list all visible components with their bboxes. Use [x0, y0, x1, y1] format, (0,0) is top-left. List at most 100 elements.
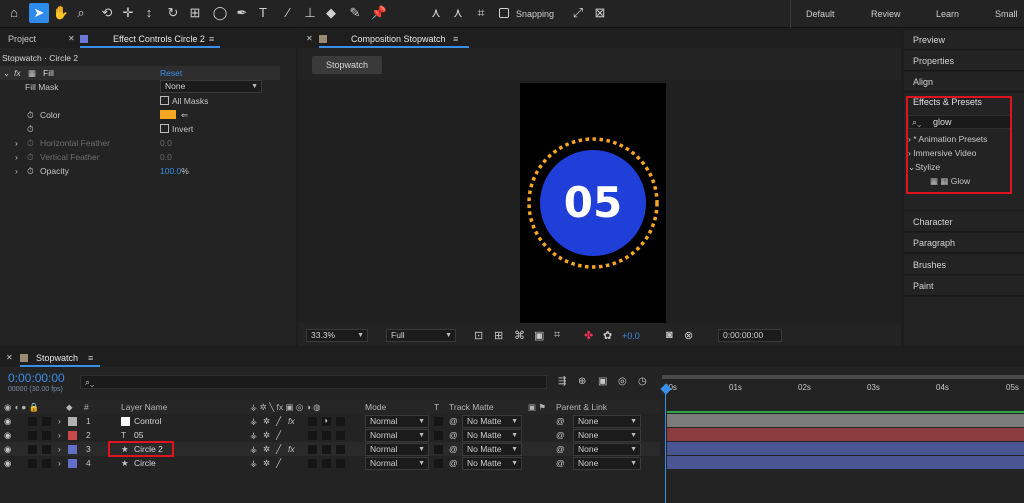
color-swatch[interactable] — [160, 110, 176, 119]
chevron-right-icon[interactable]: › — [58, 414, 61, 428]
axis-local-icon[interactable]: ⋏ — [426, 3, 446, 23]
parent-dropdown[interactable]: None ▼ — [573, 415, 641, 428]
stopwatch-icon[interactable]: ⏱ — [27, 136, 34, 150]
shy-switch-icon[interactable]: ⚶ — [250, 442, 257, 456]
stopwatch-comp-button[interactable]: Stopwatch — [312, 56, 382, 74]
chevron-right-icon[interactable]: › — [58, 428, 61, 442]
parent-pickwhip-icon[interactable]: @ — [556, 442, 565, 456]
horizontal-feather-value[interactable]: 0.0 — [160, 136, 172, 150]
layer-name[interactable]: Circle — [134, 456, 156, 470]
current-time-field[interactable]: 0:00:00:00 — [718, 329, 782, 342]
chevron-right-icon[interactable]: › — [15, 150, 18, 164]
matte-link-icon[interactable]: @ — [449, 414, 458, 428]
table-row[interactable]: ◉ › 2 T 05 ⚶ ✲ ╱ Normal ▼ @ No Matte ▼ @ N… — [0, 428, 660, 442]
home-icon[interactable]: ⌂ — [4, 3, 24, 23]
fx-icon[interactable]: fx — [14, 66, 21, 80]
quality-switch-icon[interactable]: ✲ — [263, 428, 270, 442]
fill-effect-expand-icon[interactable]: ⌄ — [3, 66, 10, 80]
fast-previews-icon[interactable]: ⊡ — [474, 329, 483, 342]
eye-icon[interactable]: ◉ — [4, 414, 11, 428]
preview-panel[interactable]: Preview — [904, 30, 1024, 50]
layer-duration-bar[interactable] — [667, 442, 1024, 455]
close-tab-icon[interactable]: ✕ — [6, 349, 13, 367]
axis-world-icon[interactable]: ⋏ — [448, 3, 468, 23]
label-color-swatch[interactable] — [68, 445, 77, 454]
adjustment-layer-icon[interactable]: ◑ — [323, 414, 328, 428]
clone-stamp-tool-icon[interactable]: ⊥ — [300, 3, 320, 23]
reset-link[interactable]: Reset — [160, 66, 182, 80]
parent-dropdown[interactable]: None ▼ — [573, 429, 641, 442]
text-tool-icon[interactable]: T — [253, 3, 273, 23]
pen-tool-icon[interactable]: ✒ — [232, 3, 252, 23]
chevron-right-icon[interactable]: › — [58, 456, 61, 470]
parent-pickwhip-icon[interactable]: @ — [556, 456, 565, 470]
quality-slash-icon[interactable]: ╱ — [276, 414, 281, 428]
layer-name[interactable]: 05 — [134, 428, 143, 442]
paint-panel[interactable]: Paint — [904, 276, 1024, 296]
layer-duration-bar[interactable] — [667, 428, 1024, 441]
hand-tool-icon[interactable]: ✋ — [51, 3, 71, 23]
table-row[interactable]: ◉ › 1 Control ⚶ ✲ ╱ fx ◑ Normal ▼ @ No Ma… — [0, 414, 660, 428]
show-snapshot-icon[interactable]: ⊗ — [684, 329, 693, 342]
layer-duration-bar[interactable] — [667, 456, 1024, 469]
puppet-pin-tool-icon[interactable]: 📌 — [369, 3, 389, 23]
quality-switch-icon[interactable]: ✲ — [263, 456, 270, 470]
chevron-right-icon[interactable]: › — [15, 136, 18, 150]
grid-guides-icon[interactable]: ⌗ — [554, 329, 560, 342]
track-matte-dropdown[interactable]: No Matte ▼ — [462, 443, 522, 456]
composition-canvas[interactable]: 05 — [520, 83, 666, 323]
workspace-learn[interactable]: Learn — [936, 0, 959, 28]
time-ruler[interactable]: 00s 01s 02s 03s 04s 05s — [662, 381, 1024, 397]
pan-tool-icon[interactable]: ✛ — [118, 3, 138, 23]
tab-project[interactable]: Project — [8, 30, 36, 48]
layer-search-input[interactable]: ⌕⌄ — [80, 375, 547, 389]
resolution-dropdown[interactable]: Full ▼ — [386, 329, 456, 342]
snap-edges-icon[interactable]: ⤢ — [568, 3, 588, 23]
layer-name[interactable]: Control — [134, 414, 161, 428]
axis-view-icon[interactable]: ⌗ — [471, 3, 491, 23]
mask-visibility-icon[interactable]: ⌘ — [514, 329, 525, 342]
properties-panel[interactable]: Properties — [904, 51, 1024, 71]
parent-pickwhip-icon[interactable]: @ — [556, 414, 565, 428]
track-matte-dropdown[interactable]: No Matte ▼ — [462, 457, 522, 470]
brush-tool-icon[interactable]: ⁄ — [278, 3, 298, 23]
parent-pickwhip-icon[interactable]: @ — [556, 428, 565, 442]
shy-switch-icon[interactable]: ⚶ — [250, 414, 257, 428]
timeline-current-time[interactable]: 0:00:00:00 — [8, 371, 65, 385]
quality-switch-icon[interactable]: ✲ — [263, 442, 270, 456]
selection-tool-icon[interactable]: ➤ — [29, 3, 49, 23]
color-management-icon[interactable]: ✿ — [603, 329, 612, 342]
fill-mask-dropdown[interactable]: None ▼ — [160, 80, 262, 93]
table-row[interactable]: ◉ › 4 ★ Circle ⚶ ✲ ╱ Normal ▼ @ No Matte ▼… — [0, 456, 660, 470]
workspace-default[interactable]: Default — [806, 0, 835, 28]
stopwatch-icon[interactable]: ⏱ — [27, 150, 34, 164]
shy-switch-icon[interactable]: ⚶ — [250, 428, 257, 442]
channels-icon[interactable]: ✤ — [584, 329, 593, 342]
snapshot-camera-icon[interactable]: ◙ — [666, 329, 673, 341]
workspace-review[interactable]: Review — [871, 0, 901, 28]
work-area-bar[interactable] — [662, 375, 1024, 379]
ellipse-tool-icon[interactable]: ◯ — [210, 3, 230, 23]
track-matte-dropdown[interactable]: No Matte ▼ — [462, 429, 522, 442]
zoom-dropdown[interactable]: 33.3% ▼ — [306, 329, 368, 342]
paragraph-panel[interactable]: Paragraph — [904, 233, 1024, 253]
transparency-grid-icon[interactable]: ⊞ — [494, 329, 503, 342]
quality-slash-icon[interactable]: ╱ — [276, 428, 281, 442]
blend-mode-dropdown[interactable]: Normal ▼ — [365, 415, 429, 428]
snap-options-icon[interactable]: ⊠ — [590, 3, 610, 23]
zoom-tool-icon[interactable]: ⌕ — [71, 3, 91, 23]
align-panel[interactable]: Align — [904, 72, 1024, 92]
shy-layers-icon[interactable]: ▣ — [598, 376, 607, 387]
comp-flowchart-icon[interactable]: ⇶ — [558, 376, 566, 387]
motion-blur-icon[interactable]: ◎ — [618, 376, 627, 387]
layer-duration-bar[interactable] — [667, 414, 1024, 427]
label-color-swatch[interactable] — [68, 459, 77, 468]
blend-mode-dropdown[interactable]: Normal ▼ — [365, 429, 429, 442]
stopwatch-icon[interactable]: ⏱ — [27, 164, 34, 178]
parent-dropdown[interactable]: None ▼ — [573, 457, 641, 470]
graph-editor-icon[interactable]: ◷ — [638, 376, 647, 387]
exposure-value[interactable]: +0.0 — [622, 331, 640, 341]
fx-icon[interactable]: fx — [288, 442, 295, 456]
invert-checkbox[interactable]: Invert — [160, 122, 193, 136]
stopwatch-icon[interactable]: ⏱ — [27, 108, 34, 122]
